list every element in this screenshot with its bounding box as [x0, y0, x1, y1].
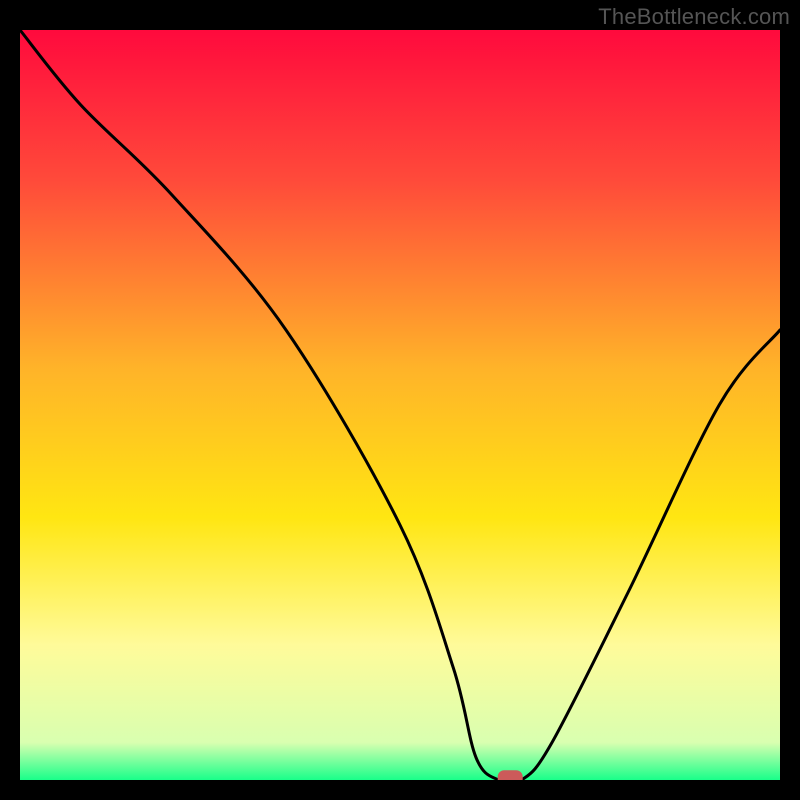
chart-svg	[20, 30, 780, 780]
minimum-marker	[498, 771, 522, 780]
chart-frame: TheBottleneck.com	[0, 0, 800, 800]
plot-area	[20, 30, 780, 780]
gradient-background	[20, 30, 780, 780]
watermark-text: TheBottleneck.com	[598, 4, 790, 30]
